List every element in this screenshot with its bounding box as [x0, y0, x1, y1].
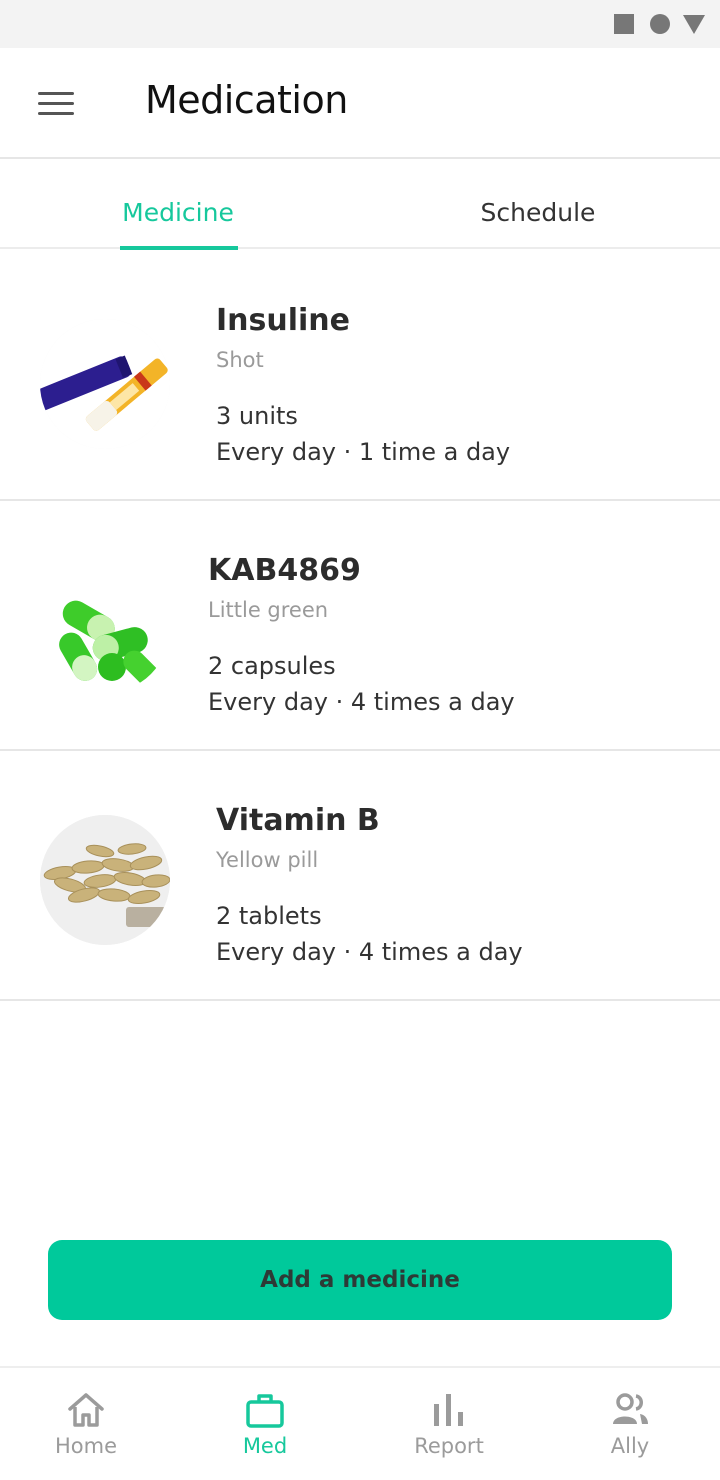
status-bar — [0, 0, 720, 48]
medicine-dose: 3 units — [216, 402, 298, 430]
medicine-frequency: Every day · 4 times a day — [208, 688, 515, 716]
people-icon — [613, 1393, 648, 1424]
medicine-item-insuline[interactable]: Insuline Shot 3 units Every day · 1 time… — [0, 251, 720, 501]
active-tab-indicator — [120, 246, 238, 250]
yellow-pills-image — [40, 815, 170, 945]
medicine-frequency: Every day · 1 time a day — [216, 438, 511, 466]
tab-medicine[interactable]: Medicine — [100, 161, 256, 250]
nav-label: Report — [414, 1434, 484, 1458]
medicine-type: Yellow pill — [216, 848, 319, 872]
medicine-list: Insuline Shot 3 units Every day · 1 time… — [0, 251, 720, 1001]
medicine-dose: 2 capsules — [208, 652, 336, 680]
briefcase-icon — [246, 1394, 284, 1428]
nav-label: Med — [242, 1434, 288, 1458]
nav-item-ally[interactable]: Ally — [560, 1368, 700, 1480]
circle-icon — [650, 14, 670, 34]
page-title: Medication — [145, 78, 348, 122]
medicine-frequency: Every day · 4 times a day — [216, 938, 523, 966]
medicine-type: Shot — [216, 348, 264, 372]
medicine-name: Insuline — [216, 303, 351, 338]
nav-label: Home — [54, 1434, 117, 1458]
home-icon — [68, 1393, 104, 1427]
bottom-navigation: Home Med Report Ally — [0, 1366, 720, 1480]
nav-item-report[interactable]: Report — [379, 1368, 519, 1480]
tab-bar: Medicine Schedule — [0, 161, 720, 250]
tab-schedule[interactable]: Schedule — [458, 161, 618, 249]
medicine-item-kab4869[interactable]: KAB4869 Little green 2 capsules Every da… — [0, 501, 720, 751]
green-capsules-image — [40, 563, 170, 693]
medicine-dose: 2 tablets — [216, 902, 322, 930]
tab-schedule-label: Schedule — [480, 198, 596, 227]
nav-item-med[interactable]: Med — [195, 1368, 335, 1480]
add-medicine-button[interactable]: Add a medicine — [48, 1240, 672, 1320]
hamburger-menu-icon[interactable] — [30, 82, 82, 126]
nav-item-home[interactable]: Home — [16, 1368, 156, 1480]
medicine-name: Vitamin B — [216, 803, 380, 838]
tab-medicine-label: Medicine — [122, 198, 234, 227]
medicine-name: KAB4869 — [208, 553, 361, 588]
triangle-icon — [683, 15, 705, 34]
app-bar: Medication — [0, 48, 720, 159]
bar-chart-icon — [434, 1394, 463, 1426]
medicine-item-vitamin-b[interactable]: Vitamin B Yellow pill 2 tablets Every da… — [0, 751, 720, 1001]
medicine-type: Little green — [208, 598, 329, 622]
insulin-pen-image — [40, 319, 170, 449]
square-icon — [614, 14, 634, 34]
nav-label: Ally — [610, 1434, 650, 1458]
